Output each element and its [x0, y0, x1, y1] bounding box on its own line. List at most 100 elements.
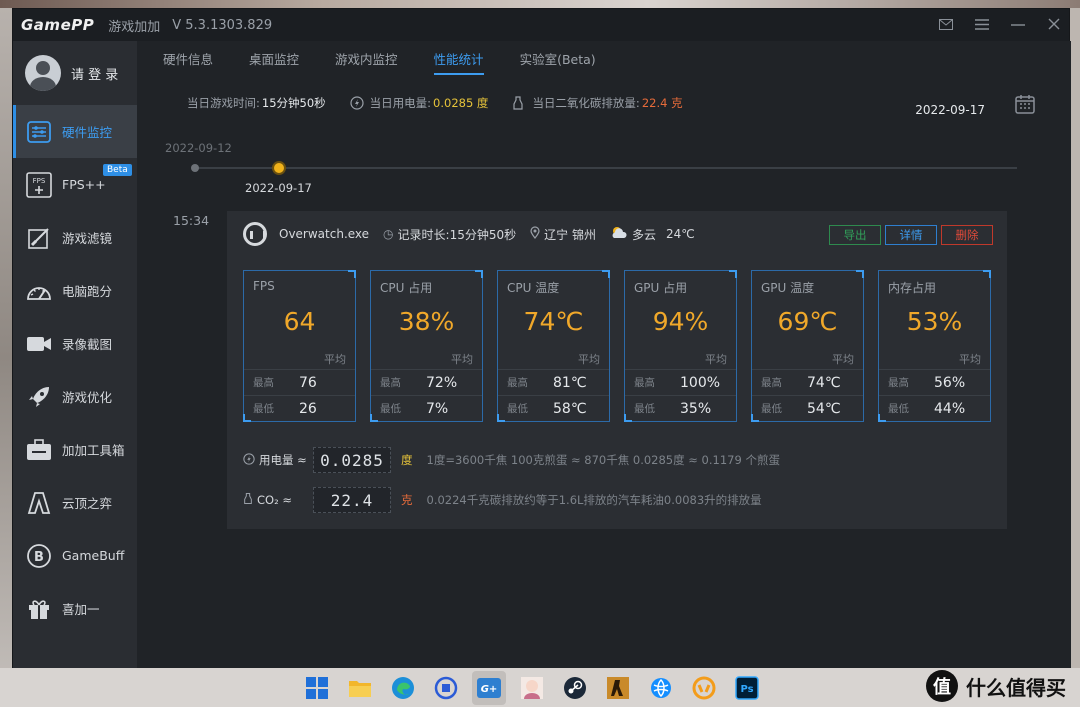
metric-avg-value: 74℃: [523, 307, 584, 336]
rocket-icon: [25, 383, 53, 411]
sidebar-item-tft[interactable]: 云顶之弈: [13, 476, 137, 529]
power-icon: [350, 96, 364, 110]
temperature: 24℃: [665, 227, 695, 241]
nav-label: 游戏优化: [62, 390, 113, 405]
energy-row: 用电量 ≈ 0.0285 度 1度=3600千焦 100克煎蛋 ≈ 870千焦 …: [243, 445, 1003, 475]
power-label: 当日用电量:: [369, 96, 432, 110]
min-label: 最低: [888, 403, 909, 415]
max-row: 最高 76: [244, 369, 355, 395]
min-value: 35%: [680, 400, 712, 417]
steam-icon[interactable]: [558, 671, 592, 705]
sidebar-item-optimize[interactable]: 游戏优化: [13, 370, 137, 423]
cloudy-icon: [610, 226, 628, 242]
login-label[interactable]: 请 登 录: [71, 64, 118, 83]
sidebar: 请 登 录 硬件监控 FPS FPS++ Beta 游戏滤镜 电脑跑分 录像截图…: [13, 41, 137, 669]
sidebar-item-toolbox[interactable]: 加加工具箱: [13, 423, 137, 476]
windows-start-icon[interactable]: [300, 671, 334, 705]
metric-gpu-temp: GPU 温度 69℃ 平均 最高 74℃ 最低 54℃: [751, 270, 864, 422]
avg-label: 平均: [578, 353, 600, 366]
nav-label: 电脑跑分: [62, 284, 113, 299]
timeline-start-dot[interactable]: [191, 164, 199, 172]
close-icon[interactable]: [1045, 15, 1063, 33]
energy-description: 1度=3600千焦 100克煎蛋 ≈ 870千焦 0.0285度 ≈ 0.117…: [426, 453, 780, 467]
window-controls: [937, 15, 1063, 33]
timeline-selected-date: 2022-09-17: [245, 181, 312, 195]
user-login[interactable]: 请 登 录: [13, 41, 137, 105]
game-cs-icon[interactable]: [601, 671, 635, 705]
mail-icon[interactable]: [937, 15, 955, 33]
detail-button[interactable]: 详情: [885, 225, 937, 245]
export-button[interactable]: 导出: [829, 225, 881, 245]
menu-icon[interactable]: [973, 15, 991, 33]
co2-icon: [512, 96, 526, 110]
nav-label: 硬件监控: [62, 125, 113, 140]
co2-value: 22.4 克: [641, 96, 683, 110]
timeline-selected-dot[interactable]: [272, 161, 286, 175]
location-pin-icon: [530, 226, 540, 242]
screenshot-tool-icon[interactable]: [429, 671, 463, 705]
tab-hardware-info[interactable]: 硬件信息: [163, 41, 213, 79]
min-row: 最低 35%: [625, 395, 736, 421]
max-value: 56%: [934, 374, 966, 391]
min-row: 最低 7%: [371, 395, 482, 421]
max-value: 74℃: [807, 374, 841, 391]
co2-row: CO₂ ≈ 22.4 克 0.0224千克碳排放约等于1.6L排放的汽车耗油0.…: [243, 485, 1003, 515]
overwatch-icon: [243, 222, 267, 246]
minimize-icon[interactable]: [1009, 15, 1027, 33]
metric-cpu-usage: CPU 占用 38% 平均 最高 72% 最低 7%: [370, 270, 483, 422]
max-row: 最高 72%: [371, 369, 482, 395]
anime-app-icon[interactable]: [515, 671, 549, 705]
sidebar-item-hardware-monitor[interactable]: 硬件监控: [13, 105, 137, 158]
filter-icon: [25, 224, 53, 252]
max-row: 最高 81℃: [498, 369, 609, 395]
beta-badge: Beta: [103, 164, 132, 176]
avatar[interactable]: [25, 55, 61, 91]
sidebar-item-fps[interactable]: FPS FPS++ Beta: [13, 158, 137, 211]
max-value: 76: [299, 374, 317, 391]
min-value: 54℃: [807, 400, 841, 417]
battlenet-icon[interactable]: [644, 671, 678, 705]
metric-fps: FPS 64 平均 最高 76 最低 26: [243, 270, 356, 422]
calendar-icon[interactable]: [1015, 94, 1035, 114]
sidebar-item-gamebuff[interactable]: B GameBuff: [13, 529, 137, 582]
gamepp-taskbar-icon[interactable]: G+: [472, 671, 506, 705]
benchmark-icon: [25, 277, 53, 305]
sidebar-item-benchmark[interactable]: 电脑跑分: [13, 264, 137, 317]
min-value: 26: [299, 400, 317, 417]
toolbox-icon: [25, 436, 53, 464]
tab-ingame-monitor[interactable]: 游戏内监控: [335, 41, 398, 79]
sidebar-item-video[interactable]: 录像截图: [13, 317, 137, 370]
file-explorer-icon[interactable]: [343, 671, 377, 705]
max-label: 最高: [253, 377, 274, 389]
location-label: 辽宁 锦州: [544, 227, 596, 242]
video-icon: [25, 330, 53, 358]
max-label: 最高: [888, 377, 909, 389]
main-panel: 硬件信息 桌面监控 游戏内监控 性能统计 实验室(Beta) 当日游戏时间: 1…: [137, 41, 1071, 669]
sidebar-item-gift[interactable]: 喜加一: [13, 582, 137, 635]
nav-label: 游戏滤镜: [62, 231, 113, 246]
session-time: 15:34: [173, 213, 210, 228]
max-row: 最高 74℃: [752, 369, 863, 395]
tab-desktop-monitor[interactable]: 桌面监控: [249, 41, 299, 79]
min-value: 7%: [426, 400, 449, 417]
watermark: 值 什么值得买: [926, 670, 1066, 702]
tab-lab[interactable]: 实验室(Beta): [520, 41, 596, 79]
delete-button[interactable]: 删除: [941, 225, 993, 245]
daily-stats: 当日游戏时间: 15分钟50秒 当日用电量: 0.0285 度 当日二氧化碳排放…: [187, 95, 683, 111]
fps-icon: FPS: [25, 171, 53, 199]
nav-label: 喜加一: [62, 602, 100, 617]
session-header: Overwatch.exe ◷ 记录时长:15分钟50秒 辽宁 锦州 多云 24…: [227, 211, 1007, 257]
metric-cpu-temp: CPU 温度 74℃ 平均 最高 81℃ 最低 58℃: [497, 270, 610, 422]
co2-label: 当日二氧化碳排放量:: [532, 96, 640, 110]
min-value: 58℃: [553, 400, 587, 417]
sidebar-item-filter[interactable]: 游戏滤镜: [13, 211, 137, 264]
overwatch-taskbar-icon[interactable]: [687, 671, 721, 705]
avg-label: 平均: [705, 353, 727, 366]
tab-performance-stats[interactable]: 性能统计: [433, 41, 484, 79]
duration: ◷ 记录时长:15分钟50秒: [383, 226, 516, 243]
current-date: 2022-09-17: [915, 103, 985, 117]
min-row: 最低 58℃: [498, 395, 609, 421]
edge-browser-icon[interactable]: [386, 671, 420, 705]
photoshop-icon[interactable]: Ps: [730, 671, 764, 705]
avg-label: 平均: [324, 353, 346, 366]
